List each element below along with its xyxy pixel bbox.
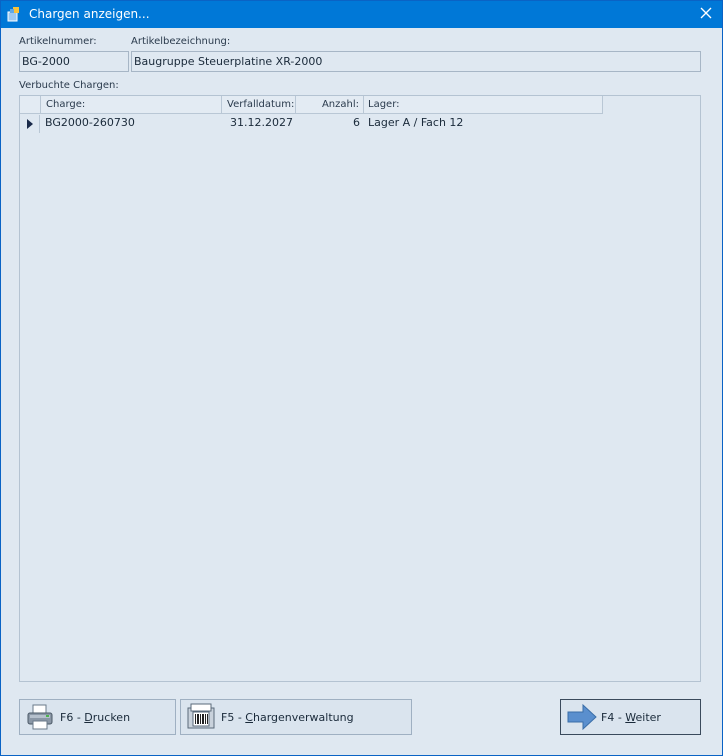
column-header-charge[interactable]: Charge: — [41, 96, 222, 114]
printer-icon — [24, 702, 58, 732]
article-description-label: Artikelbezeichnung: — [131, 36, 231, 47]
print-button-label: F6 - Drucken — [60, 710, 131, 724]
close-button[interactable] — [690, 1, 722, 28]
barcode-scanner-icon — [185, 702, 219, 732]
close-icon — [700, 7, 712, 22]
article-description-field[interactable]: Baugruppe Steuerplatine XR-2000 — [131, 51, 701, 72]
print-button[interactable]: F6 - Drucken — [19, 699, 176, 735]
column-header-storage[interactable]: Lager: — [364, 96, 603, 114]
column-header-quantity[interactable]: Anzahl: — [296, 96, 364, 114]
title-bar[interactable]: Chargen anzeigen... — [1, 1, 722, 28]
article-number-field[interactable]: BG-2000 — [19, 51, 129, 72]
next-button[interactable]: F4 - Weiter — [560, 699, 701, 735]
row-pointer-icon — [27, 119, 33, 132]
column-header-expiry[interactable]: Verfalldatum: — [222, 96, 296, 114]
arrow-right-icon — [565, 702, 599, 732]
batches-grid[interactable]: Charge: Verfalldatum: Anzahl: Lager: BG2… — [19, 95, 701, 682]
row-selector[interactable] — [20, 115, 40, 133]
window-title: Chargen anzeigen... — [29, 7, 150, 21]
cell-expiry: 31.12.2027 — [230, 116, 293, 129]
cell-quantity: 6 — [353, 116, 360, 129]
batch-admin-button[interactable]: F5 - Chargenverwaltung — [180, 699, 412, 735]
batch-admin-button-label: F5 - Chargenverwaltung — [221, 710, 354, 724]
next-button-label: F4 - Weiter — [601, 710, 661, 724]
cell-storage: Lager A / Fach 12 — [368, 116, 464, 129]
cell-charge: BG2000-260730 — [45, 116, 135, 129]
app-icon — [7, 6, 23, 22]
batches-section-label: Verbuchte Chargen: — [19, 80, 119, 91]
dialog-window: Chargen anzeigen... Artikelnummer: BG-20… — [0, 0, 723, 756]
row-indicator-header — [20, 96, 41, 114]
article-number-label: Artikelnummer: — [19, 36, 97, 47]
